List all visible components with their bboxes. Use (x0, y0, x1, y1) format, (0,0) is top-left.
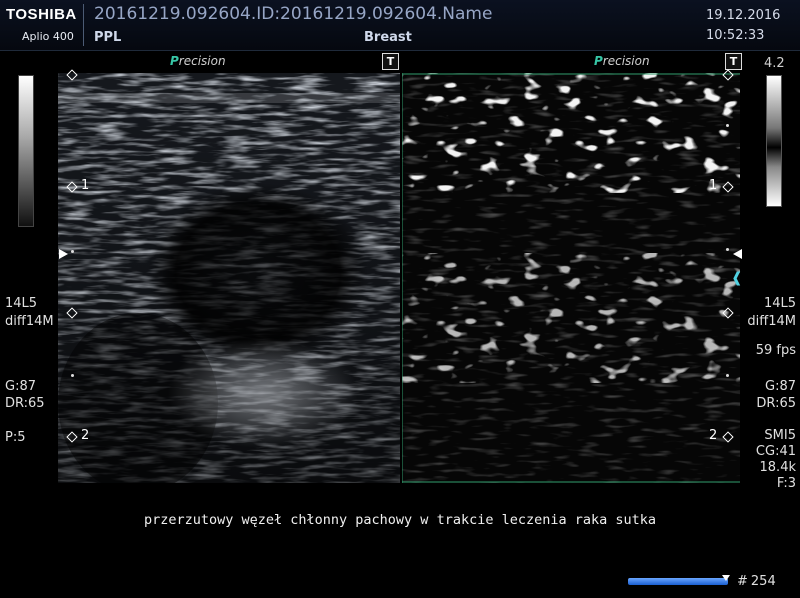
left-probe: 14L5 (5, 296, 38, 311)
right-dynamic-range: DR:65 (756, 396, 796, 411)
smi-image[interactable] (402, 73, 740, 483)
depth-label-2-left: 2 (81, 428, 90, 443)
focus-arrow-left[interactable] (59, 249, 68, 259)
scanner-model: Aplio 400 (22, 30, 74, 43)
frame-number: #254 (737, 574, 776, 589)
right-probe: 14L5 (763, 296, 796, 311)
organ-label: Breast (364, 30, 412, 45)
exam-time: 10:52:33 (706, 28, 765, 43)
prf-value: 18.4k (759, 460, 796, 475)
depth-label-1-right: 1 (709, 178, 718, 193)
preset-label: PPL (94, 30, 122, 45)
depth-dot-right-top (726, 124, 729, 127)
left-mode: diff14M (5, 314, 54, 329)
cine-position-marker[interactable] (722, 575, 730, 581)
left-gain: G:87 (5, 379, 36, 394)
depth-dot-left (71, 250, 74, 253)
depth-dot-left-2 (71, 374, 74, 377)
exam-date: 19.12.2016 (706, 8, 781, 23)
annotation-caption: przerzutowy węzeł chłonny pachowy w trak… (143, 512, 657, 528)
smi-scale-max: 4.2 (764, 56, 785, 71)
depth-dot-right (726, 248, 729, 251)
right-mode: diff14M (747, 314, 796, 329)
left-p: P:5 (5, 430, 26, 445)
baseline-marker-icon: ❰ (731, 270, 743, 286)
smi-level: SMI5 (764, 428, 796, 443)
smi-scan-svg (402, 73, 740, 483)
depth-label-1-left: 1 (81, 178, 90, 193)
study-id: 20161219.092604.ID:20161219.092604.Name (94, 4, 493, 24)
depth-label-2-right: 2 (709, 428, 718, 443)
header-bar: TOSHIBA Aplio 400 20161219.092604.ID:201… (0, 0, 800, 51)
cine-progress-bar[interactable] (628, 578, 728, 585)
bmode-image[interactable] (58, 73, 400, 483)
depth-dot-right-2 (726, 374, 729, 377)
frame-rate: 59 fps (755, 343, 796, 358)
focus-arrow-right[interactable] (733, 249, 742, 259)
filter-value: F:3 (776, 476, 796, 491)
precision-label-right: Precision (594, 54, 650, 68)
bmode-scan-svg (58, 73, 400, 483)
brand-logo: TOSHIBA (6, 6, 77, 23)
smi-color-scale (766, 75, 782, 207)
left-dynamic-range: DR:65 (5, 396, 45, 411)
precision-label-left: Precision (170, 54, 226, 68)
header-divider (83, 4, 84, 46)
transducer-badge-right: T (725, 53, 742, 70)
transducer-badge-left: T (382, 53, 399, 70)
color-gain: CG:41 (755, 444, 796, 459)
right-gain: G:87 (765, 379, 796, 394)
grayscale-bar (18, 75, 34, 227)
